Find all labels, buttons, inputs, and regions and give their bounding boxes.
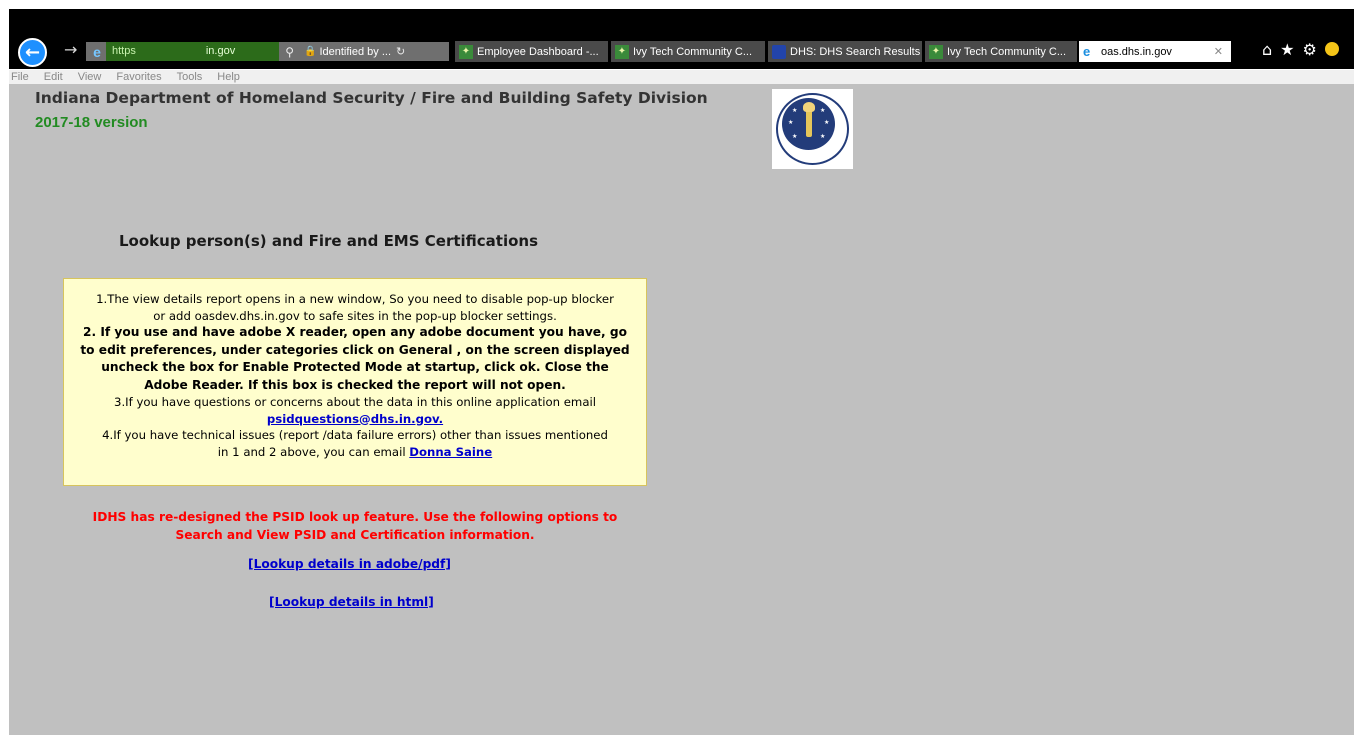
address-redacted-tail	[239, 42, 280, 61]
tab-label: DHS: DHS Search Results	[790, 45, 921, 58]
ie-logo-icon: e	[1083, 43, 1091, 59]
version-label: 2017-18 version	[35, 114, 148, 131]
ie-logo-icon: e	[93, 43, 101, 60]
flame-icon	[803, 102, 815, 112]
refresh-icon[interactable]: ↻	[396, 45, 405, 58]
notice-line: 1.The view details report opens in a new…	[96, 292, 614, 306]
search-icon[interactable]: ⚲	[285, 45, 294, 59]
browser-toolbar: ⌂ ★ ⚙	[1262, 40, 1339, 59]
tab-ivy-tech-1[interactable]: ✦ Ivy Tech Community C...	[611, 41, 765, 62]
menu-help[interactable]: Help	[217, 71, 240, 84]
redesign-line: IDHS has re-designed the PSID look up fe…	[92, 510, 618, 524]
forward-button[interactable]: →	[64, 40, 77, 59]
home-icon[interactable]: ⌂	[1262, 40, 1272, 59]
tab-label: Ivy Tech Community C...	[633, 45, 752, 58]
address-bar[interactable]: e https in.gov ⚲ 🔒 Identified by ... ↻	[86, 42, 449, 61]
ivy-tech-favicon-icon: ✦	[615, 44, 629, 59]
redesign-line: Search and View PSID and Certification i…	[175, 527, 535, 542]
tab-dhs-search[interactable]: DHS: DHS Search Results	[768, 41, 922, 62]
tab-label: oas.dhs.in.gov	[1101, 45, 1172, 58]
close-icon[interactable]: ✕	[1214, 45, 1223, 58]
menu-bar: File Edit View Favorites Tools Help	[9, 70, 1354, 84]
smiley-icon[interactable]	[1324, 42, 1339, 56]
ivy-tech-favicon-icon: ✦	[459, 44, 473, 59]
arrow-left-icon: ←	[24, 41, 41, 63]
arrow-right-icon: →	[64, 40, 78, 59]
star-icon: ★	[792, 107, 798, 114]
back-button[interactable]: ←	[18, 38, 47, 67]
notice-line: in 1 and 2 above, you can email	[217, 444, 406, 459]
contact-link[interactable]: Donna Saine	[409, 445, 492, 459]
star-icon: ★	[824, 119, 830, 126]
menu-edit[interactable]: Edit	[44, 71, 63, 84]
ivy-tech-favicon-icon: ✦	[929, 44, 943, 59]
tab-label: Ivy Tech Community C...	[947, 45, 1066, 58]
menu-file[interactable]: File	[11, 71, 29, 84]
address-scheme: https	[106, 42, 142, 61]
email-link[interactable]: psidquestions@dhs.in.gov.	[267, 412, 443, 426]
notice-line: or add oasdev.dhs.in.gov to safe sites i…	[153, 308, 557, 323]
tab-label: Employee Dashboard -...	[477, 45, 599, 58]
notice-line: 4.If you have technical issues (report /…	[102, 428, 608, 442]
star-icon: ★	[820, 133, 826, 140]
star-icon: ★	[792, 133, 798, 140]
page-title: Indiana Department of Homeland Security …	[35, 89, 708, 107]
menu-tools[interactable]: Tools	[177, 71, 203, 84]
page-content: Indiana Department of Homeland Security …	[9, 84, 1354, 735]
instructions-box: 1.The view details report opens in a new…	[63, 278, 647, 486]
dhs-favicon-icon	[772, 44, 786, 59]
notice-line: 3.If you have questions or concerns abou…	[114, 395, 596, 409]
gear-icon[interactable]: ⚙	[1303, 40, 1317, 59]
tab-ivy-tech-2[interactable]: ✦ Ivy Tech Community C...	[925, 41, 1077, 62]
seal-center: ★ ★ ★ ★ ★ ★	[781, 97, 836, 151]
site-identity[interactable]: Identified by ...	[319, 46, 391, 58]
star-icon[interactable]: ★	[1280, 40, 1294, 59]
notice-line: 2. If you use and have adobe X reader, o…	[82, 325, 628, 339]
menu-favorites[interactable]: Favorites	[116, 71, 161, 84]
tab-oas-dhs[interactable]: e oas.dhs.in.gov ✕	[1079, 41, 1231, 62]
notice-line: uncheck the box for Enable Protected Mod…	[101, 360, 609, 374]
address-domain: in.gov	[201, 42, 240, 61]
notice-line: Adobe Reader. If this box is checked the…	[144, 377, 566, 392]
star-icon: ★	[820, 107, 826, 114]
menu-view[interactable]: View	[78, 71, 102, 84]
redesign-notice: IDHS has re-designed the PSID look up fe…	[64, 509, 646, 544]
tab-employee-dashboard[interactable]: ✦ Employee Dashboard -...	[455, 41, 608, 62]
address-redacted	[141, 42, 202, 61]
state-seal-logo: ★ ★ ★ ★ ★ ★	[772, 89, 853, 169]
lookup-pdf-link[interactable]: [Lookup details in adobe/pdf]	[248, 557, 451, 571]
star-icon: ★	[788, 119, 794, 126]
lookup-heading: Lookup person(s) and Fire and EMS Certif…	[119, 232, 539, 250]
lookup-html-link[interactable]: [Lookup details in html]	[269, 595, 434, 609]
notice-line: to edit preferences, under categories cl…	[80, 342, 630, 357]
lock-icon[interactable]: 🔒	[304, 46, 316, 57]
